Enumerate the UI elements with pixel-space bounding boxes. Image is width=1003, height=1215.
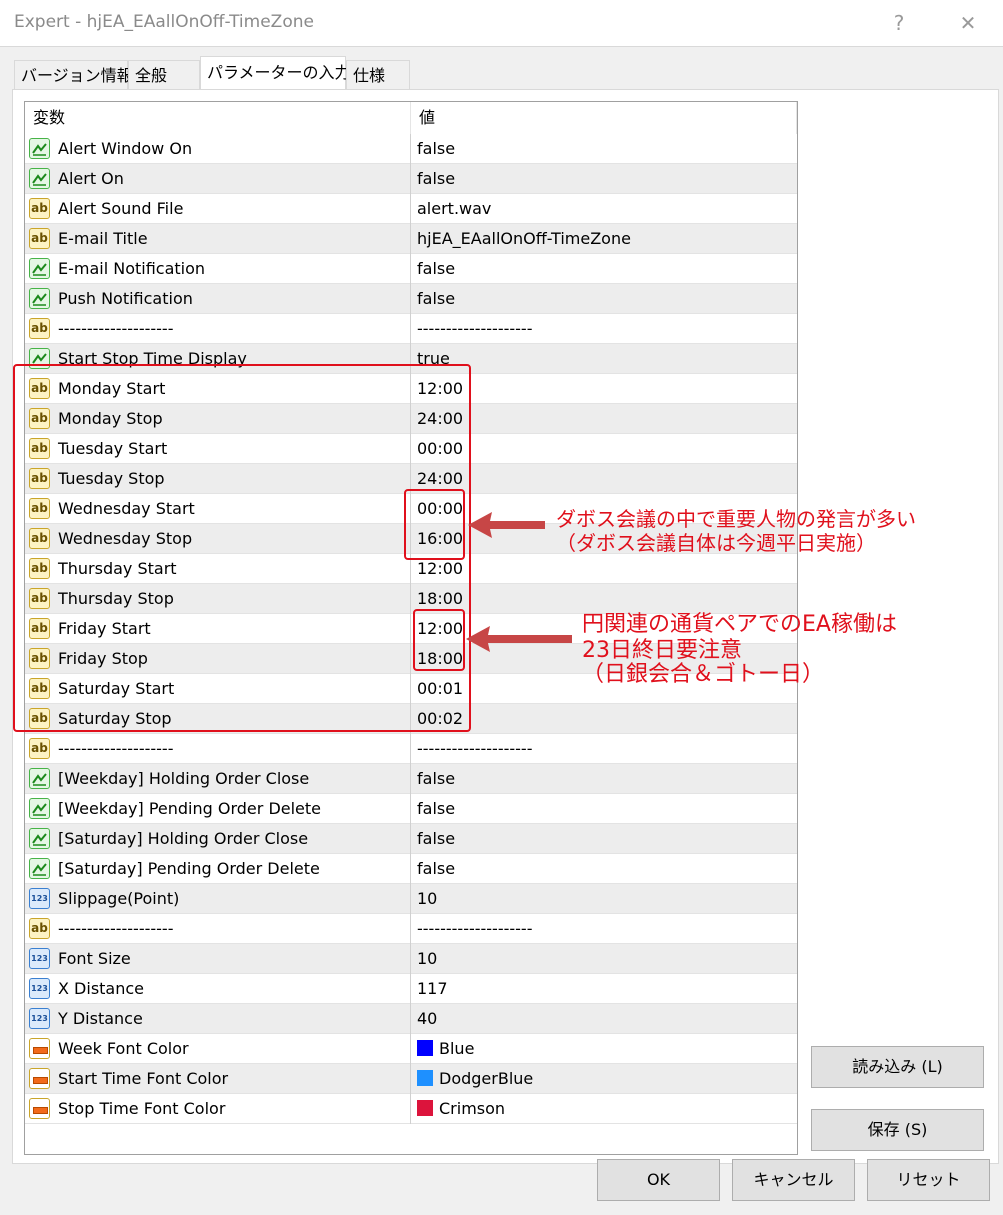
annotation-note-2-line-3: （日銀会合＆ゴトー日） — [582, 662, 825, 687]
arrow-wednesday-icon — [468, 512, 545, 538]
annotation-note-1-line-2: （ダボス会議自体は今週平日実施） — [556, 531, 876, 555]
ok-button[interactable]: OK — [597, 1159, 720, 1201]
cancel-button[interactable]: キャンセル — [732, 1159, 855, 1201]
reset-button[interactable]: リセット — [867, 1159, 990, 1201]
arrow-friday-icon — [466, 626, 572, 652]
load-button[interactable]: 読み込み (L) — [811, 1046, 984, 1088]
save-button[interactable]: 保存 (S) — [811, 1109, 984, 1151]
